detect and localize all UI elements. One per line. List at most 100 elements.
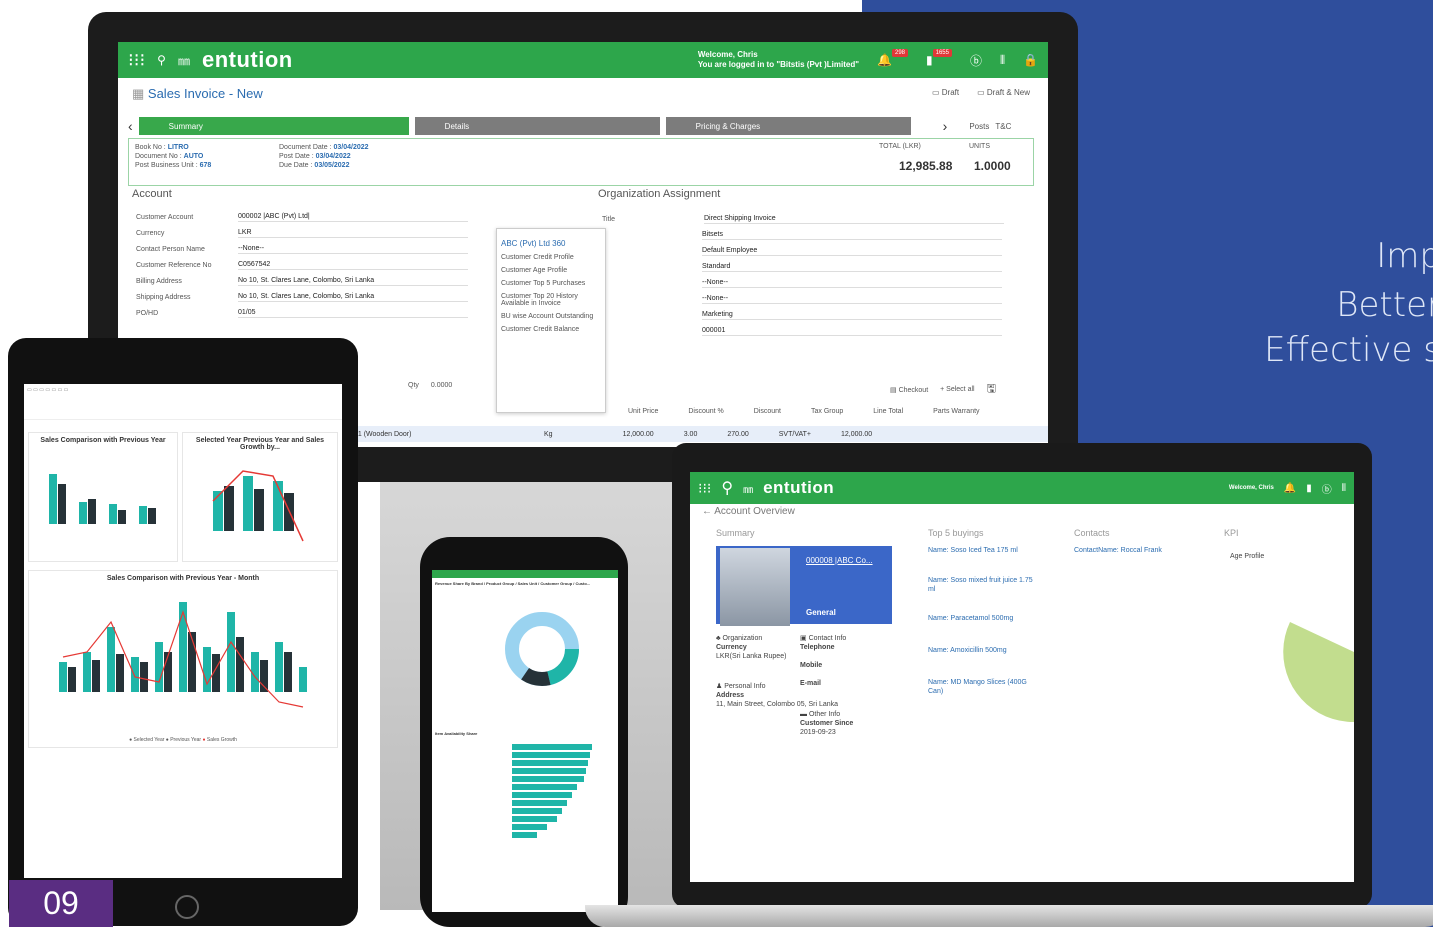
kpi-strip: ▭ ▭ ▭ ▭ ▭ ▭ ▭ xyxy=(24,384,342,420)
tasks-icon[interactable]: ▮ 1655 xyxy=(926,49,952,67)
monthly-chart xyxy=(59,602,307,708)
dropdown-item[interactable]: Customer Credit Profile xyxy=(501,254,601,261)
dropdown-item[interactable]: Customer Top 5 Purchases xyxy=(501,280,601,287)
org-field[interactable]: Marketing xyxy=(702,310,1002,320)
customer-ref-field[interactable]: C0567542 xyxy=(238,260,468,270)
org-field[interactable]: --None-- xyxy=(702,294,1002,304)
settings-icon[interactable]: ⫴ xyxy=(1342,483,1346,494)
org-section-title: Organization Assignment xyxy=(598,188,721,200)
step-pricing[interactable]: Pricing & Charges xyxy=(665,117,911,135)
list-item[interactable]: Name: Paracetamol 500mg xyxy=(928,614,1013,623)
line-items-header: uct Unit Price Discount % Discount Tax G… xyxy=(348,408,980,415)
account-card: 000008 |ABC Co... General xyxy=(716,546,892,626)
document-icon: ▦ xyxy=(132,86,148,101)
dropdown-title[interactable]: ABC (Pvt) Ltd 360 xyxy=(501,239,601,248)
notification-bell-icon[interactable]: 🔔 298 xyxy=(877,49,909,67)
tagline-2: Better xyxy=(1336,285,1433,325)
bar-line-chart-2 xyxy=(212,470,304,542)
prev-step-icon[interactable]: ‹ xyxy=(128,118,133,134)
tasks-icon[interactable]: ▮ xyxy=(1306,483,1312,494)
col-summary: Summary xyxy=(716,528,755,538)
save-icon[interactable]: 🖫 xyxy=(987,380,996,399)
col-contacts: Contacts xyxy=(1074,528,1110,538)
shipping-address-field[interactable]: No 10, St. Clares Lane, Colombo, Sri Lan… xyxy=(238,292,468,302)
account-section-title: Account xyxy=(132,188,172,200)
chart-panel: Sales Comparison with Previous Year xyxy=(28,432,178,562)
page-number-badge: 09 xyxy=(9,880,113,927)
age-profile-pie-chart xyxy=(1283,582,1354,722)
units-value: 1.0000 xyxy=(974,159,1011,173)
language-icon[interactable]: ㎜ xyxy=(743,481,753,496)
welcome-text: Welcome, Chris You are logged in to "Bit… xyxy=(697,50,860,69)
total-value: 12,985.88 xyxy=(899,159,953,173)
help-icon[interactable]: ⓑ xyxy=(970,52,982,69)
laptop-topbar: ⁝⁝⁝ ⚲ ㎜ entution Welcome, Chris 🔔 ▮ ⓑ ⫴ xyxy=(690,472,1354,504)
org-field[interactable]: Standard xyxy=(702,262,1002,272)
dropdown-item[interactable]: Customer Age Profile xyxy=(501,267,601,274)
lock-icon[interactable]: 🔒 xyxy=(1023,53,1038,67)
contact-field[interactable]: --None-- xyxy=(238,244,468,254)
table-row[interactable]: 01 (Wooden Door) Kg 12,000.00 3.00 270.0… xyxy=(348,426,1048,442)
chart-panel: Sales Comparison with Previous Year - Mo… xyxy=(28,570,338,748)
apps-grid-icon[interactable]: ⁝⁝⁝ xyxy=(698,480,711,497)
col-kpi: KPI xyxy=(1224,528,1239,538)
phone-screen: Revenue Share By Brand / Product Group /… xyxy=(432,570,618,912)
help-icon[interactable]: ⓑ xyxy=(1322,481,1332,496)
list-item[interactable]: Name: MD Mango Slices (400G Can) xyxy=(928,678,1038,696)
select-all-button[interactable]: + Select all xyxy=(940,386,974,393)
back-icon[interactable]: ← xyxy=(702,506,712,517)
contact-name[interactable]: ContactName: Roccal Frank xyxy=(1074,546,1184,555)
org-field[interactable]: 000001 xyxy=(702,326,1002,336)
page-title: ▦ Sales Invoice - New xyxy=(132,86,263,101)
step-summary[interactable]: Summary xyxy=(138,117,409,135)
draft-new-button[interactable]: ▭ Draft & New xyxy=(977,88,1030,97)
account-name-link[interactable]: 000008 |ABC Co... xyxy=(806,556,873,565)
language-icon[interactable]: ㎜ xyxy=(178,52,190,69)
dropdown-item[interactable]: Customer Credit Balance xyxy=(501,326,601,333)
search-icon[interactable]: ⚲ xyxy=(157,53,166,67)
billing-address-field[interactable]: No 10, St. Clares Lane, Colombo, Sri Lan… xyxy=(238,276,468,286)
step-bar: ‹ Summary Details Pricing & Charges › Po… xyxy=(128,116,1038,136)
tagline-1: Imp xyxy=(1376,236,1433,276)
contact-info-icon: ▣ xyxy=(800,635,807,642)
donut-chart-title: Revenue Share By Brand / Product Group /… xyxy=(435,581,591,586)
currency-field[interactable]: LKR xyxy=(238,228,468,238)
tablet-screen: ▭ ▭ ▭ ▭ ▭ ▭ ▭ Sales Comparison with Prev… xyxy=(24,384,342,878)
laptop-screen: ⁝⁝⁝ ⚲ ㎜ entution Welcome, Chris 🔔 ▮ ⓑ ⫴ … xyxy=(690,472,1354,882)
org-title-field[interactable]: Direct Shipping Invoice xyxy=(704,214,1004,224)
list-item[interactable]: Name: Soso mixed fruit juice 1.75 ml xyxy=(928,576,1038,594)
org-field[interactable]: --None-- xyxy=(702,278,1002,288)
account-type: General xyxy=(806,608,836,617)
bar-chart-1 xyxy=(49,474,156,524)
customer-account-field[interactable]: 000002 |ABC (Pvt) Ltd| xyxy=(238,212,468,222)
page-title: ← Account Overview xyxy=(702,506,795,517)
list-item[interactable]: Name: Amoxicillin 500mg xyxy=(928,646,1007,655)
notification-bell-icon[interactable]: 🔔 xyxy=(1284,483,1296,494)
desktop-topbar: ⁝⁝⁝ ⚲ ㎜ entution Welcome, Chris You are … xyxy=(118,42,1048,78)
bar-chart-title: Item Availability Share xyxy=(435,731,478,736)
col-top-buyings: Top 5 buyings xyxy=(928,528,984,538)
checkout-button[interactable]: ▤ Checkout xyxy=(890,386,928,394)
search-icon[interactable]: ⚲ xyxy=(721,478,733,498)
settings-icon[interactable]: ⫴ xyxy=(1000,53,1005,68)
dropdown-item[interactable]: Customer Top 20 History Available in Inv… xyxy=(501,293,601,307)
organization-icon: ♣ xyxy=(716,635,721,642)
org-field[interactable]: Default Employee xyxy=(702,246,1002,256)
posts-link[interactable]: Posts xyxy=(969,122,989,131)
dropdown-item[interactable]: BU wise Account Outstanding xyxy=(501,313,601,320)
org-field[interactable]: Bitsets xyxy=(702,230,1002,240)
kpi-title: Age Profile xyxy=(1230,553,1265,560)
draft-button[interactable]: ▭ Draft xyxy=(932,88,959,97)
summary-panel: Book No : LITRO Document No : AUTO Post … xyxy=(128,138,1034,186)
phone-topbar xyxy=(432,570,618,578)
tc-link[interactable]: T&C xyxy=(995,122,1011,131)
next-step-icon[interactable]: › xyxy=(943,118,948,134)
step-details[interactable]: Details xyxy=(414,117,660,135)
other-info-icon: ▬ xyxy=(800,711,807,718)
total-label: TOTAL (LKR) xyxy=(879,143,921,150)
pohd-field[interactable]: 01/05 xyxy=(238,308,468,318)
home-button xyxy=(175,895,199,919)
apps-grid-icon[interactable]: ⁝⁝⁝ xyxy=(128,50,145,71)
list-item[interactable]: Name: Soso Iced Tea 175 ml xyxy=(928,546,1018,555)
horizontal-bar-chart xyxy=(512,744,592,838)
